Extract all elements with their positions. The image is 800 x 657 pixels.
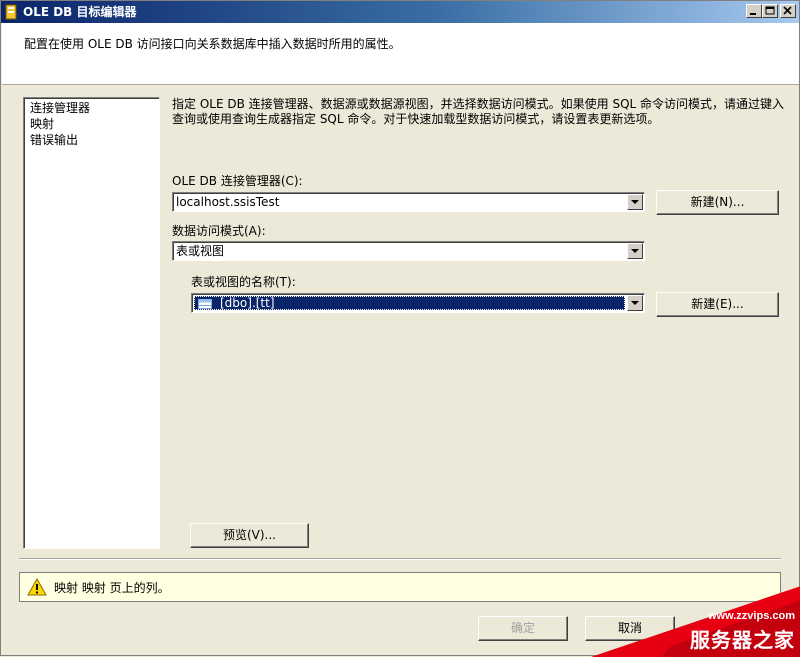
connection-dropdown-button[interactable] — [627, 194, 643, 210]
chevron-down-icon — [631, 301, 639, 305]
close-button[interactable] — [780, 4, 796, 18]
separator — [19, 558, 781, 560]
preview-button[interactable]: 预览(V)... — [190, 523, 309, 548]
minimize-button[interactable] — [746, 4, 762, 18]
connection-manager-combo[interactable]: localhost.ssisTest — [172, 192, 645, 212]
header-panel: 配置在使用 OLE DB 访问接口向关系数据库中插入数据时所用的属性。 — [2, 23, 799, 85]
header-description: 配置在使用 OLE DB 访问接口向关系数据库中插入数据时所用的属性。 — [24, 37, 401, 51]
table-name-value: [dbo].[tt] — [220, 296, 275, 310]
table-name-label: 表或视图的名称(T): — [191, 275, 296, 289]
watermark-name: 服务器之家 — [690, 628, 795, 652]
nav-list[interactable]: 连接管理器 映射 错误输出 — [23, 97, 160, 549]
new-table-button[interactable]: 新建(E)... — [656, 292, 779, 317]
nav-item-error-output[interactable]: 错误输出 — [27, 132, 156, 148]
table-icon — [198, 298, 212, 312]
title-bar[interactable]: OLE DB 目标编辑器 — [1, 1, 799, 23]
message-text: 映射 映射 页上的列。 — [54, 581, 170, 595]
new-connection-button[interactable]: 新建(N)... — [656, 190, 779, 215]
access-mode-combo[interactable]: 表或视图 — [172, 241, 645, 261]
access-mode-value: 表或视图 — [176, 244, 225, 258]
chevron-down-icon — [631, 200, 639, 204]
instruction-text: 指定 OLE DB 连接管理器、数据源或数据源视图，并选择数据访问模式。如果使用… — [172, 97, 785, 126]
dialog-window: OLE DB 目标编辑器 配置在使用 OLE DB 访问接口向关系数据库中插入数… — [0, 0, 800, 657]
close-icon — [783, 6, 792, 15]
connection-manager-label: OLE DB 连接管理器(C): — [172, 174, 303, 188]
nav-item-connection-manager[interactable]: 连接管理器 — [27, 100, 156, 116]
access-mode-label: 数据访问模式(A): — [172, 224, 266, 238]
table-name-combo[interactable]: [dbo].[tt] — [191, 293, 645, 313]
window-title: OLE DB 目标编辑器 — [23, 5, 137, 19]
table-name-selection: [dbo].[tt] — [194, 296, 625, 310]
maximize-icon — [765, 6, 775, 15]
connection-manager-value: localhost.ssisTest — [176, 195, 280, 209]
chevron-down-icon — [631, 249, 639, 253]
access-mode-dropdown-button[interactable] — [627, 243, 643, 259]
maximize-button[interactable] — [762, 4, 778, 18]
watermark-url: www.zzvips.com — [707, 610, 795, 622]
nav-item-mappings[interactable]: 映射 — [27, 116, 156, 132]
ok-button[interactable]: 确定 — [478, 616, 568, 641]
ssis-app-icon — [5, 4, 19, 20]
watermark-logo: www.zzvips.com 服务器之家 — [591, 586, 800, 657]
warning-icon — [27, 577, 47, 599]
minimize-icon — [750, 13, 756, 15]
table-name-dropdown-button[interactable] — [627, 295, 643, 311]
